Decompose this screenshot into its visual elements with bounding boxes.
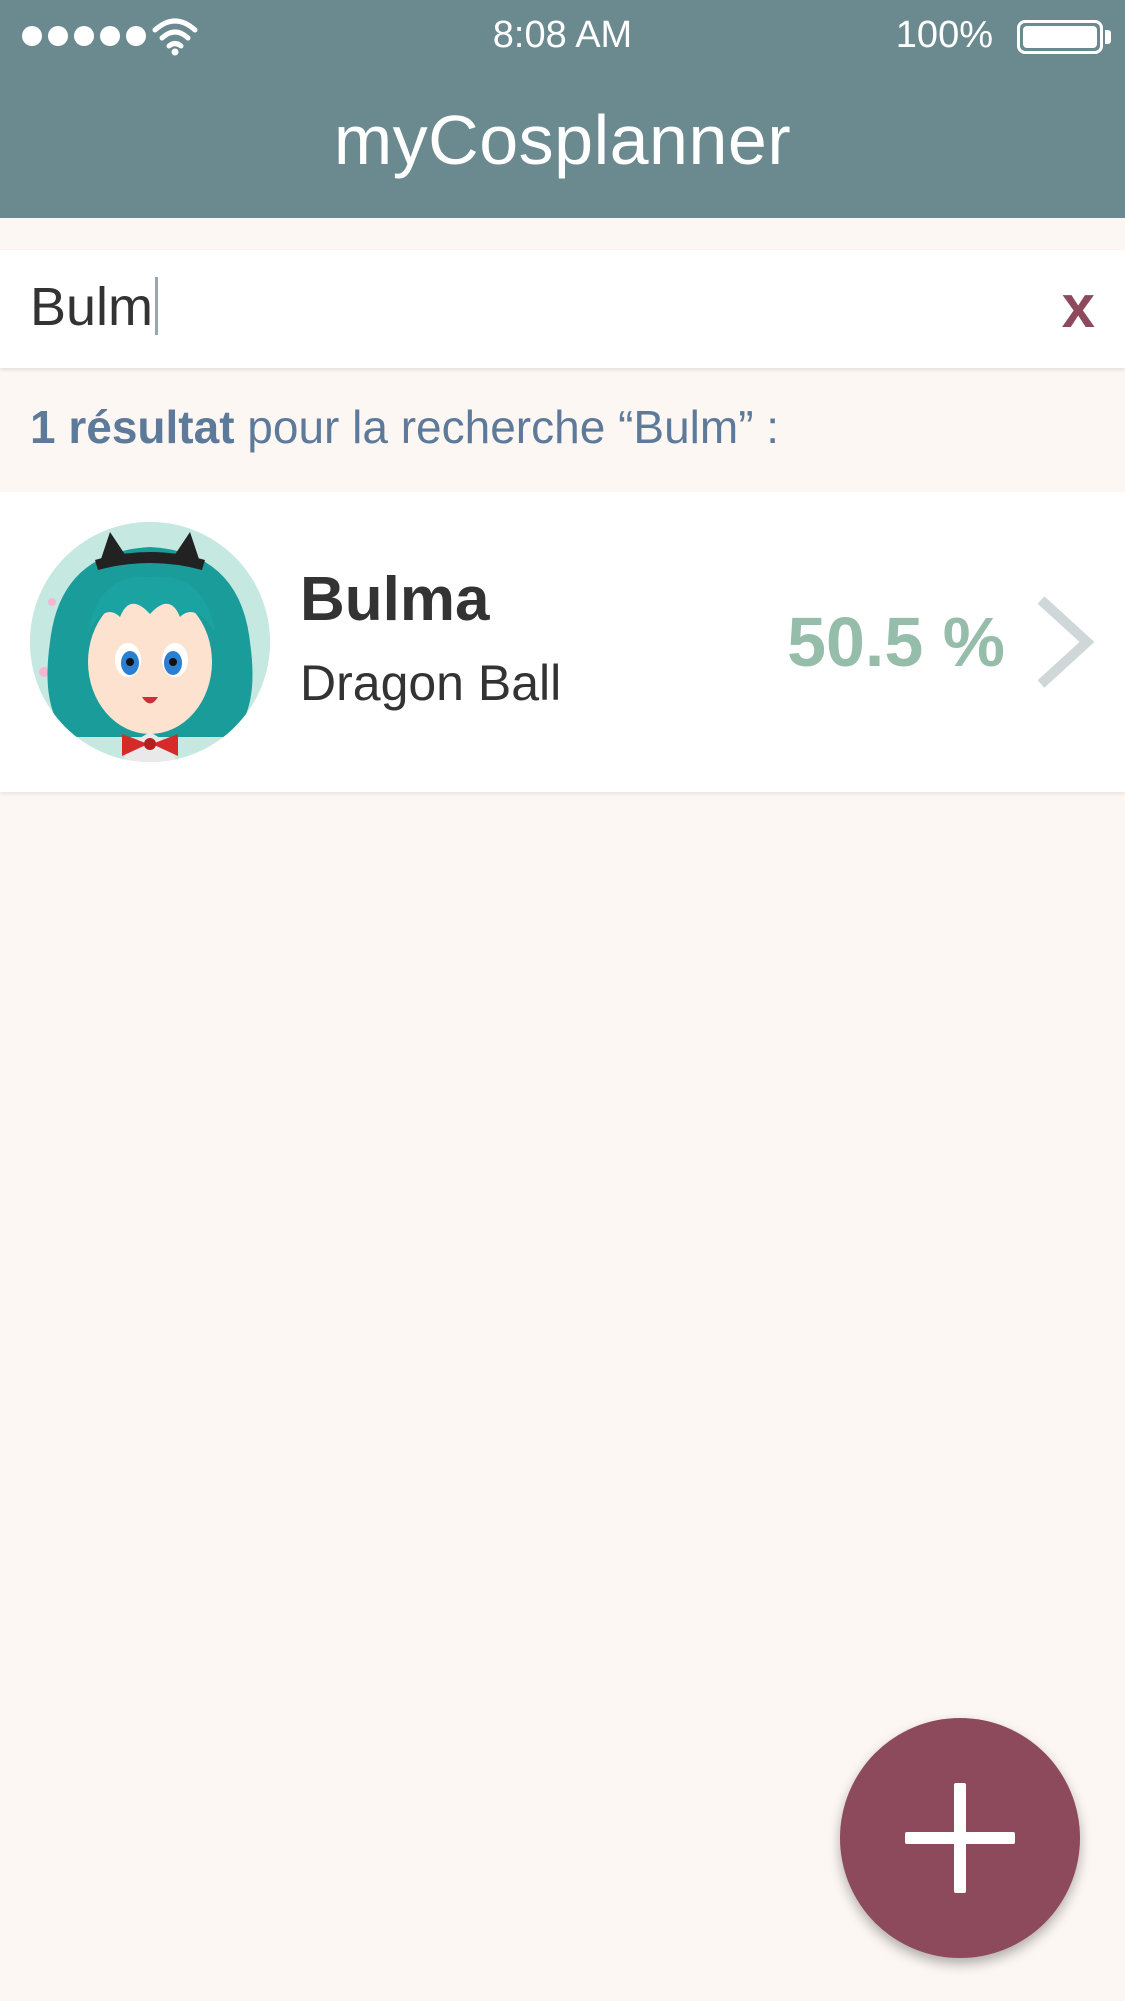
status-bar: 8:08 AM 100% <box>0 0 1125 70</box>
character-name: Bulma <box>300 565 490 634</box>
results-count: 1 résultat <box>30 401 235 453</box>
avatar <box>30 522 270 762</box>
search-input-value: Bulm <box>30 277 154 337</box>
add-button[interactable] <box>840 1718 1080 1958</box>
text-caret <box>155 277 159 335</box>
battery-tip <box>1105 30 1111 44</box>
progress-percentage: 50.5 % <box>787 603 1005 681</box>
results-summary: 1 résultat pour la recherche “Bulm” : <box>30 400 779 454</box>
battery-percentage: 100% <box>895 14 993 56</box>
search-input[interactable]: Bulm <box>30 276 159 338</box>
series-name: Dragon Ball <box>300 655 562 711</box>
results-query-text: pour la recherche “Bulm” : <box>234 401 780 453</box>
app-title: myCosplanner <box>333 101 792 179</box>
app-screen: 8:08 AM 100% myCosplanner Bulm x 1 résul… <box>0 0 1125 2001</box>
chevron-right-icon[interactable] <box>1029 592 1099 692</box>
battery-icon <box>1017 20 1103 54</box>
header: 8:08 AM 100% myCosplanner <box>0 0 1125 218</box>
list-item[interactable]: Bulma Dragon Ball 50.5 % <box>0 492 1125 792</box>
close-icon[interactable]: x <box>1062 272 1095 341</box>
search-bar: Bulm x <box>0 250 1125 368</box>
plus-icon <box>905 1783 1015 1893</box>
